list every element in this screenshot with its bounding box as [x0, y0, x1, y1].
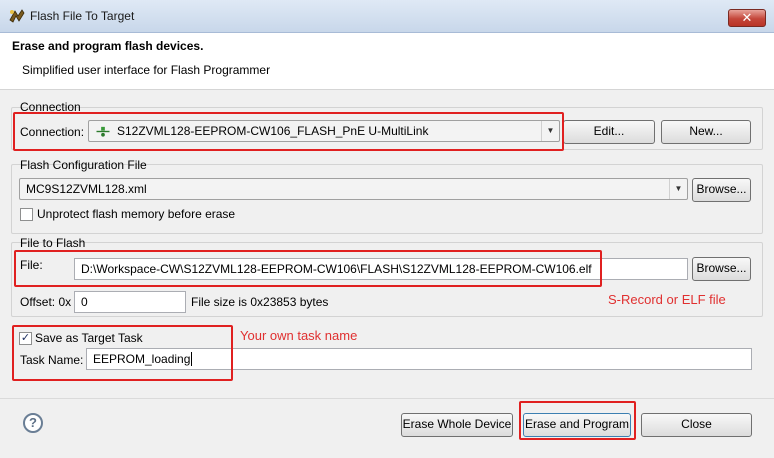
file-path-highlight	[14, 250, 602, 287]
window-titlebar: Flash File To Target ✕	[0, 0, 774, 33]
offset-input[interactable]: 0	[74, 291, 186, 313]
dialog-description: Simplified user interface for Flash Prog…	[22, 63, 271, 77]
unprotect-label: Unprotect flash memory before erase	[37, 207, 236, 221]
erase-whole-device-button[interactable]: Erase Whole Device	[401, 413, 513, 437]
flash-config-value: MC9S12ZVML128.xml	[26, 182, 147, 196]
footer-separator	[0, 398, 774, 399]
unprotect-checkbox[interactable]	[20, 208, 33, 221]
offset-label: Offset: 0x	[20, 295, 72, 309]
file-to-flash-group-label: File to Flash	[20, 236, 86, 250]
flash-config-select[interactable]: MC9S12ZVML128.xml ▼	[19, 178, 688, 200]
new-connection-button[interactable]: New...	[661, 120, 751, 144]
dialog-header: Erase and program flash devices. Simplif…	[0, 33, 774, 90]
flash-config-browse-button[interactable]: Browse...	[692, 178, 751, 202]
connection-highlight	[13, 112, 564, 151]
task-name-annotation: Your own task name	[240, 328, 358, 343]
window-title: Flash File To Target	[30, 9, 135, 23]
window-close-button[interactable]: ✕	[728, 9, 766, 27]
flash-config-group-label: Flash Configuration File	[20, 158, 147, 172]
edit-connection-button[interactable]: Edit...	[563, 120, 655, 144]
help-icon[interactable]: ?	[23, 413, 43, 433]
chevron-down-icon[interactable]: ▼	[669, 179, 687, 199]
srecord-annotation: S-Record or ELF file	[608, 292, 726, 307]
file-browse-button[interactable]: Browse...	[692, 257, 751, 281]
file-size-text: File size is 0x23853 bytes	[191, 295, 329, 309]
dialog-heading: Erase and program flash devices.	[12, 39, 204, 53]
close-icon: ✕	[741, 10, 753, 25]
close-button[interactable]: Close	[641, 413, 752, 437]
flash-app-icon	[9, 9, 25, 23]
erase-and-program-highlight	[519, 401, 636, 440]
target-task-highlight	[12, 325, 233, 381]
